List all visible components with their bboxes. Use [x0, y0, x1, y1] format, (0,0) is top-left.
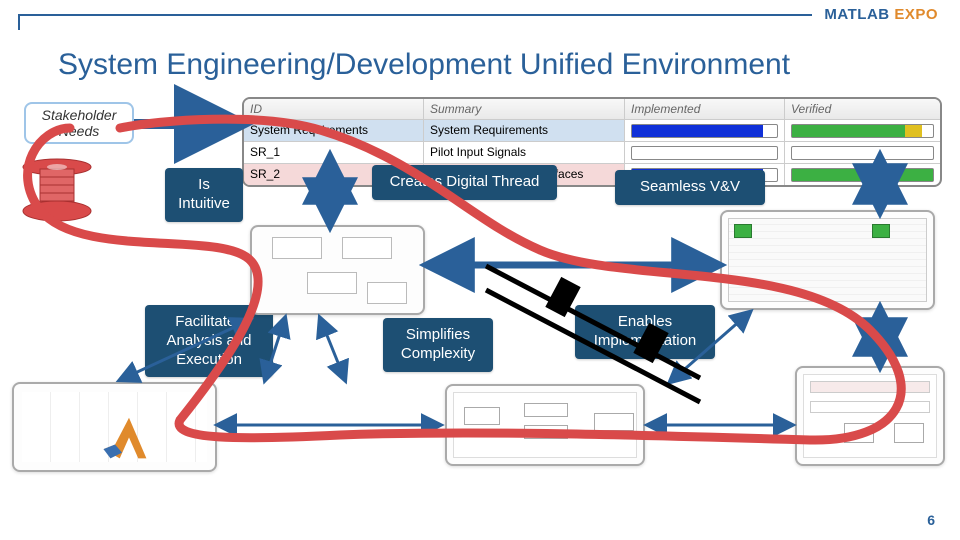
cell-verified — [785, 164, 940, 185]
callout-complexity: Simplifies Complexity — [383, 318, 493, 372]
stakeholder-needs-label: Stakeholder Needs — [26, 107, 132, 139]
matlab-panel — [12, 382, 217, 472]
table-row: System RequirementsSystem Requirements — [244, 119, 940, 141]
cell-verified — [785, 142, 940, 163]
brand-part2: EXPO — [894, 6, 938, 23]
matlab-logo-icon — [94, 412, 164, 470]
slide-title: System Engineering/Development Unified E… — [58, 48, 790, 82]
col-id: ID — [244, 99, 424, 119]
cell-id: SR_1 — [244, 142, 424, 163]
requirements-table: ID Summary Implemented Verified System R… — [242, 97, 942, 187]
simulink-panel — [445, 384, 645, 466]
cell-implemented — [625, 120, 785, 141]
slide: MATLAB EXPO System Engineering/Developme… — [0, 0, 960, 540]
callout-vv: Seamless V&V — [615, 170, 765, 205]
thread-spool-icon — [18, 155, 96, 225]
cell-summary: System Requirements — [424, 120, 625, 141]
table-header-row: ID Summary Implemented Verified — [244, 99, 940, 119]
table-row: SR_1Pilot Input Signals — [244, 141, 940, 163]
vv-panel — [720, 210, 935, 310]
cell-implemented — [625, 142, 785, 163]
page-number: 6 — [927, 512, 935, 528]
component-panel — [795, 366, 945, 466]
callout-digital-thread: Creates Digital Thread — [372, 165, 557, 200]
cell-summary: Pilot Input Signals — [424, 142, 625, 163]
table-row: SR_2Hydraulic Actuator Interfaces — [244, 163, 940, 185]
col-summary: Summary — [424, 99, 625, 119]
callout-implementation: Enables Implementation — [575, 305, 715, 359]
cell-id: System Requirements — [244, 120, 424, 141]
col-verified: Verified — [785, 99, 940, 119]
top-rule — [18, 14, 942, 16]
architecture-panel — [250, 225, 425, 315]
brand-part1: MATLAB — [824, 6, 889, 23]
col-implemented: Implemented — [625, 99, 785, 119]
stakeholder-needs-box: Stakeholder Needs — [24, 102, 134, 144]
callout-analysis: Facilitates Analysis and Execution — [145, 305, 273, 377]
callout-intuitive: Is Intuitive — [165, 168, 243, 222]
brand-logo: MATLAB EXPO — [824, 6, 938, 23]
cell-verified — [785, 120, 940, 141]
